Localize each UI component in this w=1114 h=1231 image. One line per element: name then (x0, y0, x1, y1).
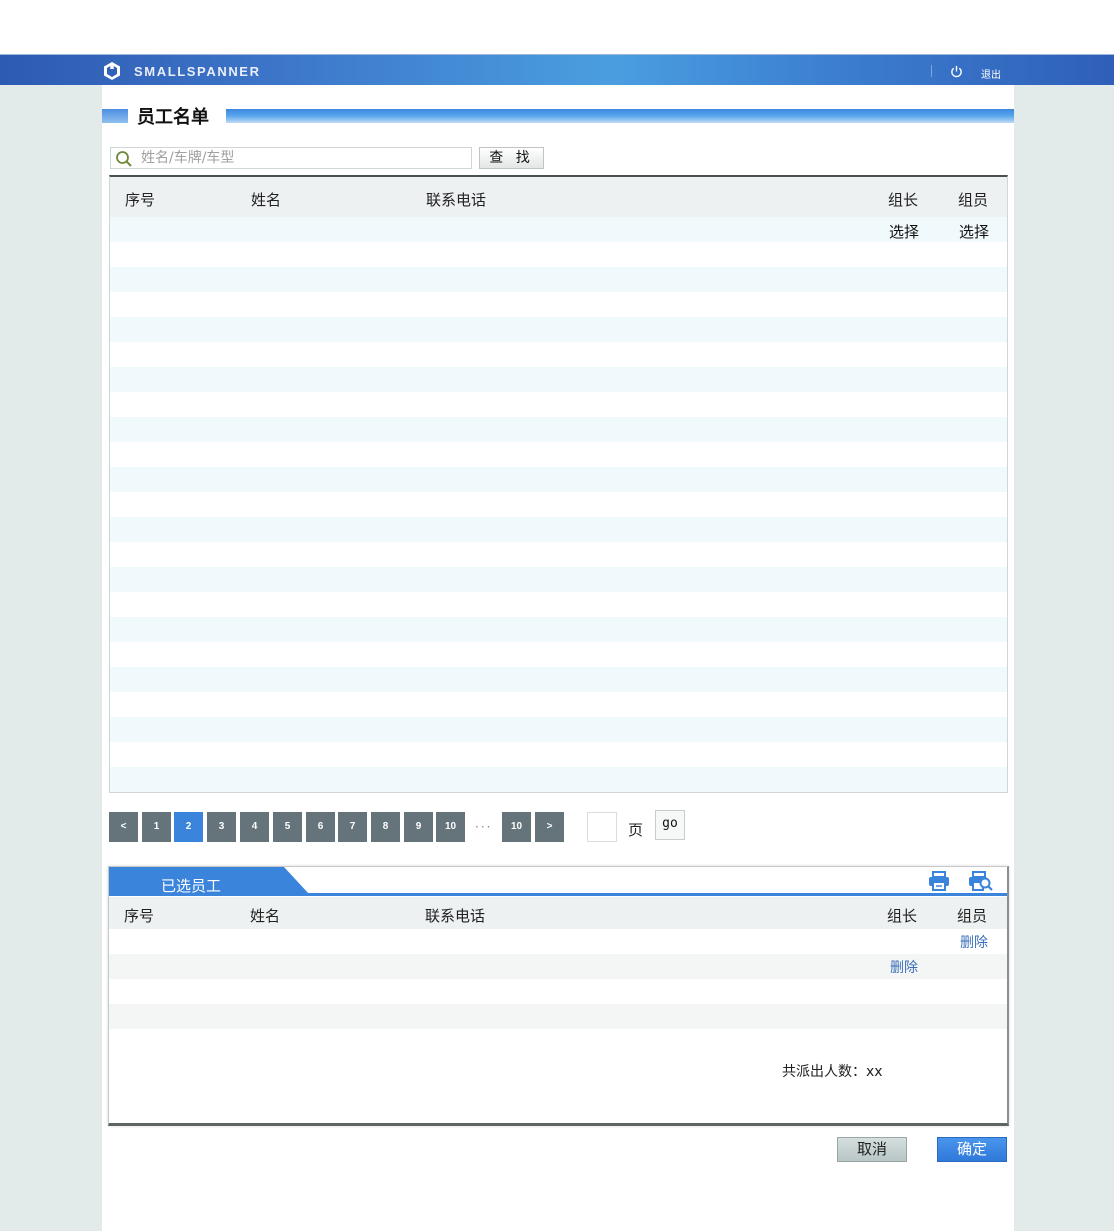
table-row: 选择 选择 (110, 217, 1007, 242)
staff-table-body: 选择 选择 (110, 217, 1007, 792)
power-icon[interactable] (950, 65, 963, 78)
logout-link[interactable]: 退出 (981, 66, 1001, 81)
page-button-1[interactable]: 1 (142, 812, 171, 842)
printer-icon[interactable] (928, 871, 950, 891)
page-button-10[interactable]: 10 (436, 812, 465, 842)
table-row (109, 979, 1007, 1004)
table-row (110, 267, 1007, 292)
table-row (110, 367, 1007, 392)
brand-logo: SMALLSPANNER (102, 60, 261, 82)
table-row (110, 442, 1007, 467)
top-navigation-bar: SMALLSPANNER 退出 (0, 54, 1114, 85)
prev-page-button[interactable]: < (109, 812, 138, 842)
page-button-9[interactable]: 9 (404, 812, 433, 842)
page-button-2[interactable]: 2 (174, 812, 203, 842)
table-row: 删除 (109, 929, 1007, 954)
select-member-link[interactable]: 选择 (959, 221, 989, 242)
page-button-6[interactable]: 6 (306, 812, 335, 842)
table-row (110, 567, 1007, 592)
page-title: 员工名单 (137, 107, 209, 128)
column-header-leader: 组长 (888, 191, 919, 209)
page-button-7[interactable]: 7 (338, 812, 367, 842)
remove-leader-link[interactable]: 删除 (890, 957, 918, 977)
column-header-phone: 联系电话 (425, 907, 486, 925)
table-row (110, 242, 1007, 267)
selected-table-header: 序号 姓名 联系电话 组长 组员 (109, 897, 1007, 929)
search-icon (116, 151, 132, 167)
column-header-name: 姓名 (251, 191, 282, 209)
staff-table: 序号 姓名 联系电话 组长 组员 选择 选择 (109, 175, 1008, 793)
brand-name: SMALLSPANNER (134, 63, 261, 79)
table-row (110, 467, 1007, 492)
staff-table-header: 序号 姓名 联系电话 组长 组员 (110, 177, 1007, 217)
brand-hexagon-icon (104, 62, 120, 80)
table-row (110, 717, 1007, 742)
remove-member-link[interactable]: 删除 (960, 932, 988, 952)
selected-table-body: 删除 删除 (109, 929, 1007, 1029)
print-preview-icon[interactable] (968, 871, 994, 891)
column-header-phone: 联系电话 (426, 191, 487, 209)
cancel-button[interactable]: 取消 (837, 1137, 907, 1162)
table-row (110, 342, 1007, 367)
column-header-member: 组员 (958, 191, 989, 209)
column-header-name: 姓名 (250, 907, 281, 925)
table-row: 删除 (109, 954, 1007, 979)
table-row (110, 492, 1007, 517)
title-accent-right (226, 109, 1014, 123)
table-row (110, 642, 1007, 667)
page-button-5[interactable]: 5 (273, 812, 302, 842)
total-dispatched-count: 共派出人数：xx (782, 1064, 883, 1080)
table-row (110, 392, 1007, 417)
title-accent-left (102, 109, 128, 123)
table-row (110, 317, 1007, 342)
table-row (110, 517, 1007, 542)
column-header-leader: 组长 (887, 907, 918, 925)
select-leader-link[interactable]: 选择 (889, 221, 919, 242)
table-row (110, 617, 1007, 642)
page-suffix-label: 页 (628, 821, 644, 839)
table-row (110, 767, 1007, 792)
tab-underline (109, 893, 1007, 896)
selected-staff-panel: 已选员工 序号 姓名 联系电话 组长 组员 删除 删除 共派出人数：xx (108, 866, 1009, 1126)
page-button-4[interactable]: 4 (240, 812, 269, 842)
column-header-index: 序号 (125, 191, 156, 209)
go-button[interactable]: go (655, 810, 685, 840)
next-page-button[interactable]: > (535, 812, 564, 842)
page-button-8[interactable]: 8 (371, 812, 400, 842)
table-row (110, 667, 1007, 692)
topbar-divider (931, 65, 932, 77)
table-row (110, 542, 1007, 567)
search-button[interactable]: 查 找 (479, 147, 544, 169)
page-ellipsis: ··· (475, 820, 493, 834)
column-header-member: 组员 (957, 907, 988, 925)
search-input[interactable] (141, 148, 469, 168)
table-row (109, 1004, 1007, 1029)
table-row (110, 692, 1007, 717)
search-box[interactable] (110, 147, 472, 169)
column-header-index: 序号 (124, 907, 155, 925)
table-row (110, 592, 1007, 617)
last-page-button[interactable]: 10 (502, 812, 531, 842)
table-row (110, 742, 1007, 767)
confirm-button[interactable]: 确定 (937, 1137, 1007, 1162)
table-row (110, 292, 1007, 317)
page-number-input[interactable] (587, 812, 617, 842)
page-button-3[interactable]: 3 (207, 812, 236, 842)
table-row (110, 417, 1007, 442)
